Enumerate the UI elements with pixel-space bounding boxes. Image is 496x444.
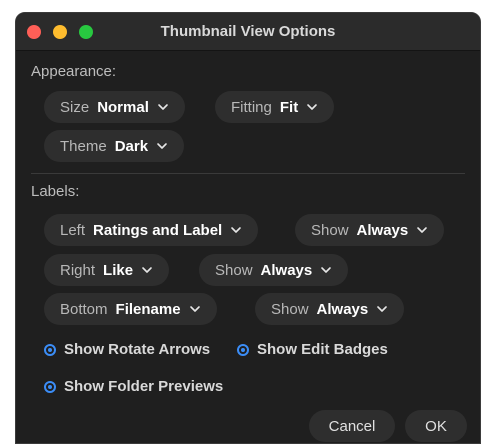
fitting-dropdown[interactable]: Fitting Fit	[215, 91, 335, 123]
appearance-section-label: Appearance:	[31, 63, 117, 80]
radio-selected-icon	[44, 380, 56, 393]
size-value: Normal	[97, 98, 149, 116]
fitting-label: Fitting	[231, 98, 272, 116]
ok-button[interactable]: OK	[405, 410, 467, 442]
chevron-down-icon	[417, 227, 428, 233]
chevron-down-icon	[158, 104, 168, 110]
chevron-down-icon	[157, 143, 167, 149]
radio-selected-icon	[44, 343, 56, 356]
bottom-show-label: Show	[271, 300, 309, 318]
fitting-value: Fit	[279, 98, 299, 116]
size-label: Size	[60, 98, 90, 116]
right-label-dropdown[interactable]: Right Like	[44, 254, 170, 286]
show-rotate-arrows-option[interactable]: Show Rotate Arrows	[44, 341, 210, 358]
right-show-value: Always	[260, 261, 313, 279]
chevron-down-icon	[231, 227, 242, 233]
show-rotate-arrows-label: Show Rotate Arrows	[64, 341, 211, 358]
show-folder-previews-label: Show Folder Previews	[64, 378, 224, 395]
thumbnail-view-options-dialog: Thumbnail View Options Appearance: Size …	[15, 12, 481, 444]
chevron-down-icon	[377, 306, 388, 312]
left-value: Ratings and Label	[93, 221, 223, 239]
bottom-show-value: Always	[316, 300, 369, 318]
chevron-down-icon	[189, 306, 200, 312]
left-show-value: Always	[356, 221, 409, 239]
show-folder-previews-option[interactable]: Show Folder Previews	[44, 378, 223, 395]
chevron-down-icon	[307, 104, 317, 110]
section-divider	[31, 173, 465, 174]
title-bar: Thumbnail View Options	[16, 13, 480, 51]
bottom-label: Bottom	[60, 300, 108, 318]
bottom-show-dropdown[interactable]: Show Always	[255, 293, 405, 325]
cancel-button[interactable]: Cancel	[309, 410, 395, 442]
labels-section-label: Labels:	[31, 183, 80, 200]
left-label-dropdown[interactable]: Left Ratings and Label	[44, 214, 259, 246]
right-show-label: Show	[215, 261, 253, 279]
theme-dropdown[interactable]: Theme Dark	[44, 130, 185, 162]
theme-value: Dark	[114, 137, 149, 155]
right-label: Right	[60, 261, 96, 279]
window-title: Thumbnail View Options	[160, 23, 336, 40]
left-show-label: Show	[311, 221, 349, 239]
show-edit-badges-option[interactable]: Show Edit Badges	[237, 341, 388, 358]
chevron-down-icon	[142, 267, 152, 273]
left-label: Left	[60, 221, 86, 239]
size-dropdown[interactable]: Size Normal	[44, 91, 185, 123]
chevron-down-icon	[321, 267, 332, 273]
show-edit-badges-label: Show Edit Badges	[257, 341, 388, 358]
radio-selected-icon	[237, 343, 249, 356]
bottom-label-dropdown[interactable]: Bottom Filename	[44, 293, 217, 325]
right-show-dropdown[interactable]: Show Always	[199, 254, 349, 286]
bottom-value: Filename	[115, 300, 181, 318]
left-show-dropdown[interactable]: Show Always	[295, 214, 445, 246]
theme-label: Theme	[60, 137, 107, 155]
right-value: Like	[103, 261, 134, 279]
